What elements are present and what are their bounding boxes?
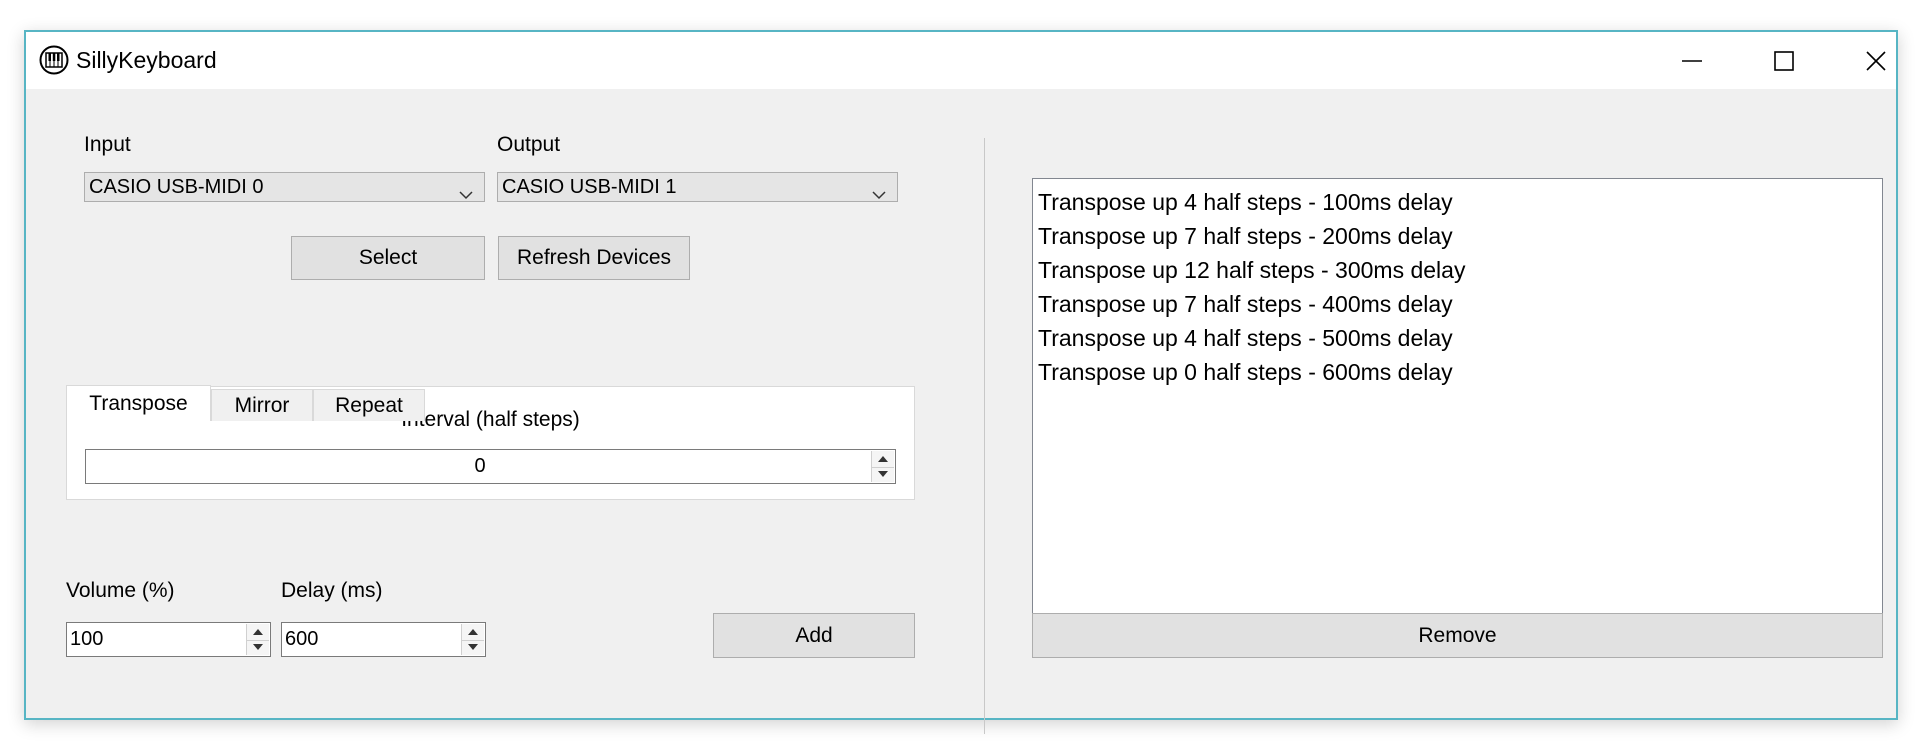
piano-keyboard-icon <box>39 45 69 75</box>
tab-transpose[interactable]: Transpose <box>66 385 211 421</box>
list-item[interactable]: Transpose up 0 half steps - 600ms delay <box>1038 355 1882 389</box>
minimize-button[interactable] <box>1646 32 1738 89</box>
list-item[interactable]: Transpose up 7 half steps - 200ms delay <box>1038 219 1882 253</box>
list-item[interactable]: Transpose up 12 half steps - 300ms delay <box>1038 253 1882 287</box>
maximize-icon <box>1773 50 1795 72</box>
app-window: SillyKeyboard Input CASIO USB-MIDI 0 Out… <box>24 30 1898 734</box>
interval-value: 0 <box>474 455 486 477</box>
tab-mirror[interactable]: Mirror <box>211 389 313 421</box>
delay-spin-arrows <box>461 624 484 655</box>
interval-spin-arrows <box>871 451 894 482</box>
list-item[interactable]: Transpose up 4 half steps - 100ms delay <box>1038 185 1882 219</box>
chevron-down-icon <box>871 181 887 209</box>
volume-spin-arrows <box>246 624 269 655</box>
spin-down-icon[interactable] <box>247 640 269 656</box>
delay-value: 600 <box>285 628 319 650</box>
close-button[interactable] <box>1830 32 1922 89</box>
title-bar[interactable]: SillyKeyboard <box>26 32 1896 89</box>
spin-down-icon[interactable] <box>872 467 894 483</box>
volume-value: 100 <box>70 628 104 650</box>
output-device-value: CASIO USB-MIDI 1 <box>502 176 677 198</box>
tab-repeat[interactable]: Repeat <box>313 389 425 421</box>
output-device-dropdown[interactable]: CASIO USB-MIDI 1 <box>497 172 898 202</box>
window-title: SillyKeyboard <box>76 47 217 73</box>
effects-list[interactable]: Transpose up 4 half steps - 100ms delay … <box>1032 178 1883 631</box>
maximize-button[interactable] <box>1738 32 1830 89</box>
close-icon <box>1865 50 1887 72</box>
panel-divider <box>984 138 985 734</box>
chevron-down-icon <box>458 181 474 209</box>
interval-spinbox[interactable]: 0 <box>85 449 896 484</box>
list-item[interactable]: Transpose up 7 half steps - 400ms delay <box>1038 287 1882 321</box>
select-button[interactable]: Select <box>291 236 485 280</box>
spin-up-icon[interactable] <box>872 451 894 468</box>
volume-label: Volume (%) <box>66 579 175 602</box>
delay-spinbox[interactable]: 600 <box>281 622 486 657</box>
list-item[interactable]: Transpose up 4 half steps - 500ms delay <box>1038 321 1882 355</box>
input-device-value: CASIO USB-MIDI 0 <box>89 176 264 198</box>
minimize-icon <box>1681 50 1703 72</box>
spin-down-icon[interactable] <box>462 640 484 656</box>
input-label: Input <box>84 133 131 156</box>
input-device-dropdown[interactable]: CASIO USB-MIDI 0 <box>84 172 485 202</box>
add-button[interactable]: Add <box>713 613 915 658</box>
spin-up-icon[interactable] <box>247 624 269 641</box>
spin-up-icon[interactable] <box>462 624 484 641</box>
delay-label: Delay (ms) <box>281 579 383 602</box>
volume-spinbox[interactable]: 100 <box>66 622 271 657</box>
refresh-devices-button[interactable]: Refresh Devices <box>498 236 690 280</box>
remove-button[interactable]: Remove <box>1032 613 1883 658</box>
output-label: Output <box>497 133 561 156</box>
